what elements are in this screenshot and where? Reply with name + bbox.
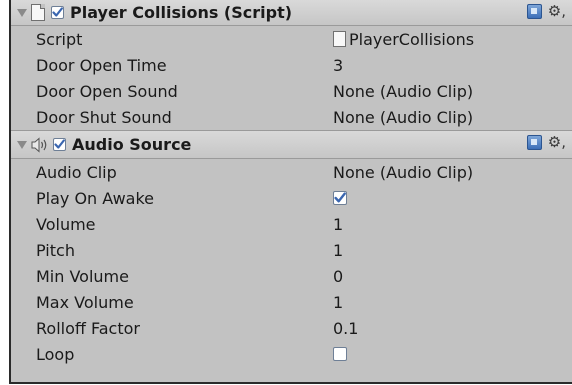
field-row-door-open-sound: Door Open Sound None (Audio Clip) <box>11 78 572 104</box>
audio-source-header[interactable]: Audio Source ⚙, <box>11 130 572 159</box>
field-label: Script <box>36 29 83 49</box>
script-object-field[interactable]: PlayerCollisions <box>333 30 474 49</box>
audio-clip-field[interactable]: None (Audio Clip) <box>333 163 473 182</box>
field-value: None (Audio Clip) <box>333 107 474 127</box>
field-value: 0.1 <box>333 318 359 338</box>
checkmark-icon <box>334 192 346 203</box>
field-label: Max Volume <box>36 292 134 312</box>
script-file-icon <box>333 31 346 47</box>
field-label: Min Volume <box>36 266 129 286</box>
field-value: 1 <box>333 240 344 260</box>
audio-source-tools: ⚙, <box>526 135 566 150</box>
door-open-sound-field[interactable]: None (Audio Clip) <box>333 82 473 101</box>
player-collisions-header[interactable]: Player Collisions (Script) ⚙, <box>11 0 572 26</box>
field-row-min-volume: Min Volume 0 <box>11 263 572 289</box>
field-label: Loop <box>36 344 75 364</box>
field-row-loop: Loop <box>11 341 572 367</box>
foldout-arrow-icon[interactable] <box>17 8 27 17</box>
field-value: 0 <box>333 266 344 286</box>
field-value: None (Audio Clip) <box>333 81 474 101</box>
field-value: None (Audio Clip) <box>333 162 474 182</box>
field-row-max-volume: Max Volume 1 <box>11 289 572 315</box>
checkmark-icon <box>52 7 63 17</box>
field-label: Audio Clip <box>36 162 117 182</box>
field-label: Play On Awake <box>36 188 154 208</box>
field-value: 3 <box>333 55 344 75</box>
field-row-volume: Volume 1 <box>11 211 572 237</box>
field-value: 1 <box>333 214 344 234</box>
player-collisions-title: Player Collisions (Script) <box>70 3 293 22</box>
field-label: Rolloff Factor <box>36 318 140 338</box>
inspector-panel: Player Collisions (Script) ⚙, Script Pla… <box>9 0 572 384</box>
audio-source-title: Audio Source <box>72 135 192 154</box>
speaker-icon <box>31 136 49 153</box>
field-row-audio-clip: Audio Clip None (Audio Clip) <box>11 159 572 185</box>
field-row-play-on-awake: Play On Awake <box>11 185 572 211</box>
loop-checkbox[interactable] <box>333 347 347 361</box>
audio-source-enabled-checkbox[interactable] <box>53 138 66 151</box>
field-row-door-open-time: Door Open Time 3 <box>11 52 572 78</box>
field-label: Door Shut Sound <box>36 107 172 127</box>
foldout-arrow-icon[interactable] <box>17 140 27 149</box>
play-on-awake-value <box>333 191 347 205</box>
field-row-rolloff-factor: Rolloff Factor 0.1 <box>11 315 572 341</box>
pitch-input[interactable]: 1 <box>333 241 343 260</box>
field-label: Pitch <box>36 240 75 260</box>
checkmark-icon <box>54 139 65 149</box>
min-volume-input[interactable]: 0 <box>333 267 343 286</box>
play-on-awake-checkbox[interactable] <box>333 191 347 205</box>
door-open-time-input[interactable]: 3 <box>333 56 343 75</box>
field-row-script: Script PlayerCollisions <box>11 26 572 52</box>
field-value: PlayerCollisions <box>349 29 475 49</box>
field-value: 1 <box>333 292 344 312</box>
script-file-icon <box>31 4 45 21</box>
door-shut-sound-field[interactable]: None (Audio Clip) <box>333 108 473 127</box>
player-collisions-tools: ⚙, <box>526 4 566 19</box>
field-label: Door Open Time <box>36 55 167 75</box>
field-label: Door Open Sound <box>36 81 178 101</box>
help-book-icon[interactable] <box>526 4 542 19</box>
field-label: Volume <box>36 214 96 234</box>
field-row-door-shut-sound: Door Shut Sound None (Audio Clip) <box>11 104 572 130</box>
field-row-pitch: Pitch 1 <box>11 237 572 263</box>
gear-icon[interactable]: ⚙, <box>548 135 566 150</box>
help-book-icon[interactable] <box>526 135 542 150</box>
rolloff-factor-input[interactable]: 0.1 <box>333 319 358 338</box>
loop-value <box>333 347 347 361</box>
gear-icon[interactable]: ⚙, <box>548 4 566 19</box>
max-volume-input[interactable]: 1 <box>333 293 343 312</box>
volume-input[interactable]: 1 <box>333 215 343 234</box>
player-collisions-enabled-checkbox[interactable] <box>51 6 64 19</box>
